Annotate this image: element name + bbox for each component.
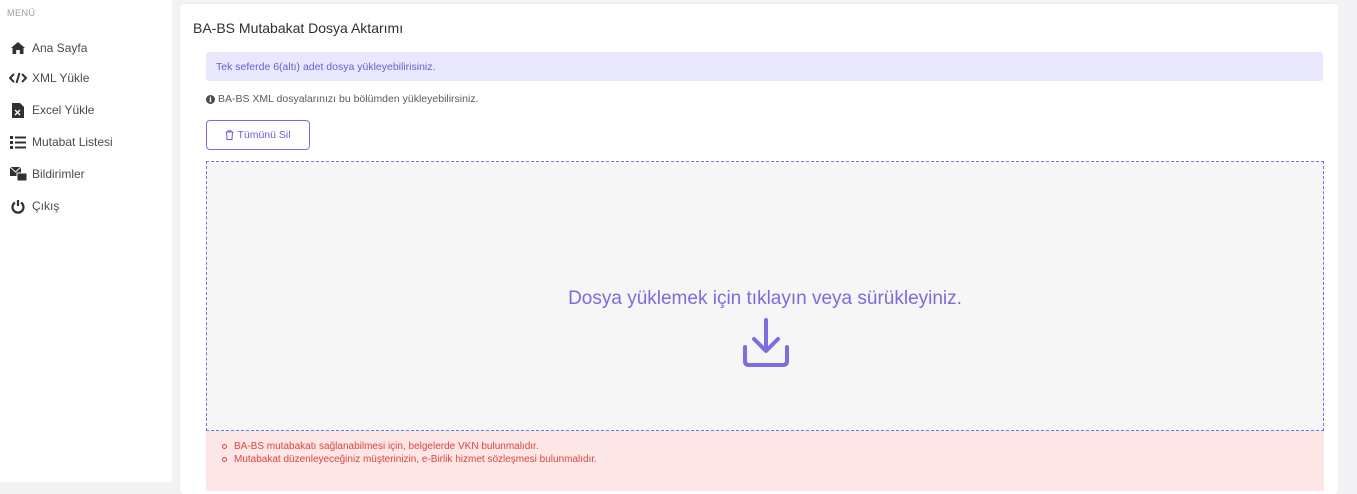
excel-file-icon: [0, 102, 32, 118]
sidebar-item-label: Mutabat Listesi: [32, 135, 113, 149]
power-icon: [0, 199, 32, 214]
notification-icon: [0, 167, 32, 181]
info-icon: i: [206, 94, 215, 104]
upload-hint: i BA-BS XML dosyalarınızı bu bölümden yü…: [206, 93, 478, 105]
sidebar-item-list[interactable]: Mutabat Listesi: [0, 130, 172, 154]
code-icon: [0, 72, 32, 84]
info-alert: Tek seferde 6(altı) adet dosya yükleyebi…: [206, 52, 1323, 81]
bullet-icon: [222, 457, 227, 462]
upload-card: BA-BS Mutabakat Dosya Aktarımı Tek sefer…: [180, 4, 1338, 494]
menu-title: MENÜ: [7, 8, 36, 18]
home-icon: [0, 41, 32, 55]
sidebar-item-notifications[interactable]: Bildirimler: [0, 162, 172, 186]
sidebar-item-label: Ana Sayfa: [32, 41, 88, 55]
sidebar-item-xml-upload[interactable]: XML Yükle: [0, 66, 172, 90]
file-dropzone[interactable]: Dosya yüklemek için tıklayın veya sürükl…: [206, 161, 1324, 431]
sidebar-item-label: Excel Yükle: [32, 103, 95, 117]
page-title: BA-BS Mutabakat Dosya Aktarımı: [193, 20, 404, 36]
requirements-box: BA-BS mutabakatı sağlanabilmesi için, be…: [206, 431, 1324, 491]
list-icon: [0, 135, 32, 149]
sidebar-item-label: XML Yükle: [32, 71, 90, 85]
sidebar: MENÜ Ana Sayfa XML Yükle Excel Yükle Mut…: [0, 0, 172, 482]
trash-icon: [225, 130, 234, 140]
delete-all-label: Tümünü Sil: [237, 129, 291, 141]
sidebar-item-logout[interactable]: Çıkış: [0, 194, 172, 218]
list-item: Mutabakat düzenleyeceğiniz müşterinizin,…: [222, 453, 1324, 466]
download-icon: [741, 317, 791, 374]
sidebar-item-label: Bildirimler: [32, 167, 85, 181]
sidebar-item-excel-upload[interactable]: Excel Yükle: [0, 98, 172, 122]
delete-all-button[interactable]: Tümünü Sil: [206, 120, 310, 150]
bullet-icon: [222, 444, 227, 449]
upload-hint-text: BA-BS XML dosyalarınızı bu bölümden yükl…: [218, 93, 479, 105]
list-item: BA-BS mutabakatı sağlanabilmesi için, be…: [222, 440, 1324, 453]
dropzone-text: Dosya yüklemek için tıklayın veya sürükl…: [568, 288, 962, 309]
requirements-list: BA-BS mutabakatı sağlanabilmesi için, be…: [206, 431, 1324, 466]
sidebar-item-label: Çıkış: [32, 199, 60, 213]
sidebar-item-home[interactable]: Ana Sayfa: [0, 36, 172, 60]
